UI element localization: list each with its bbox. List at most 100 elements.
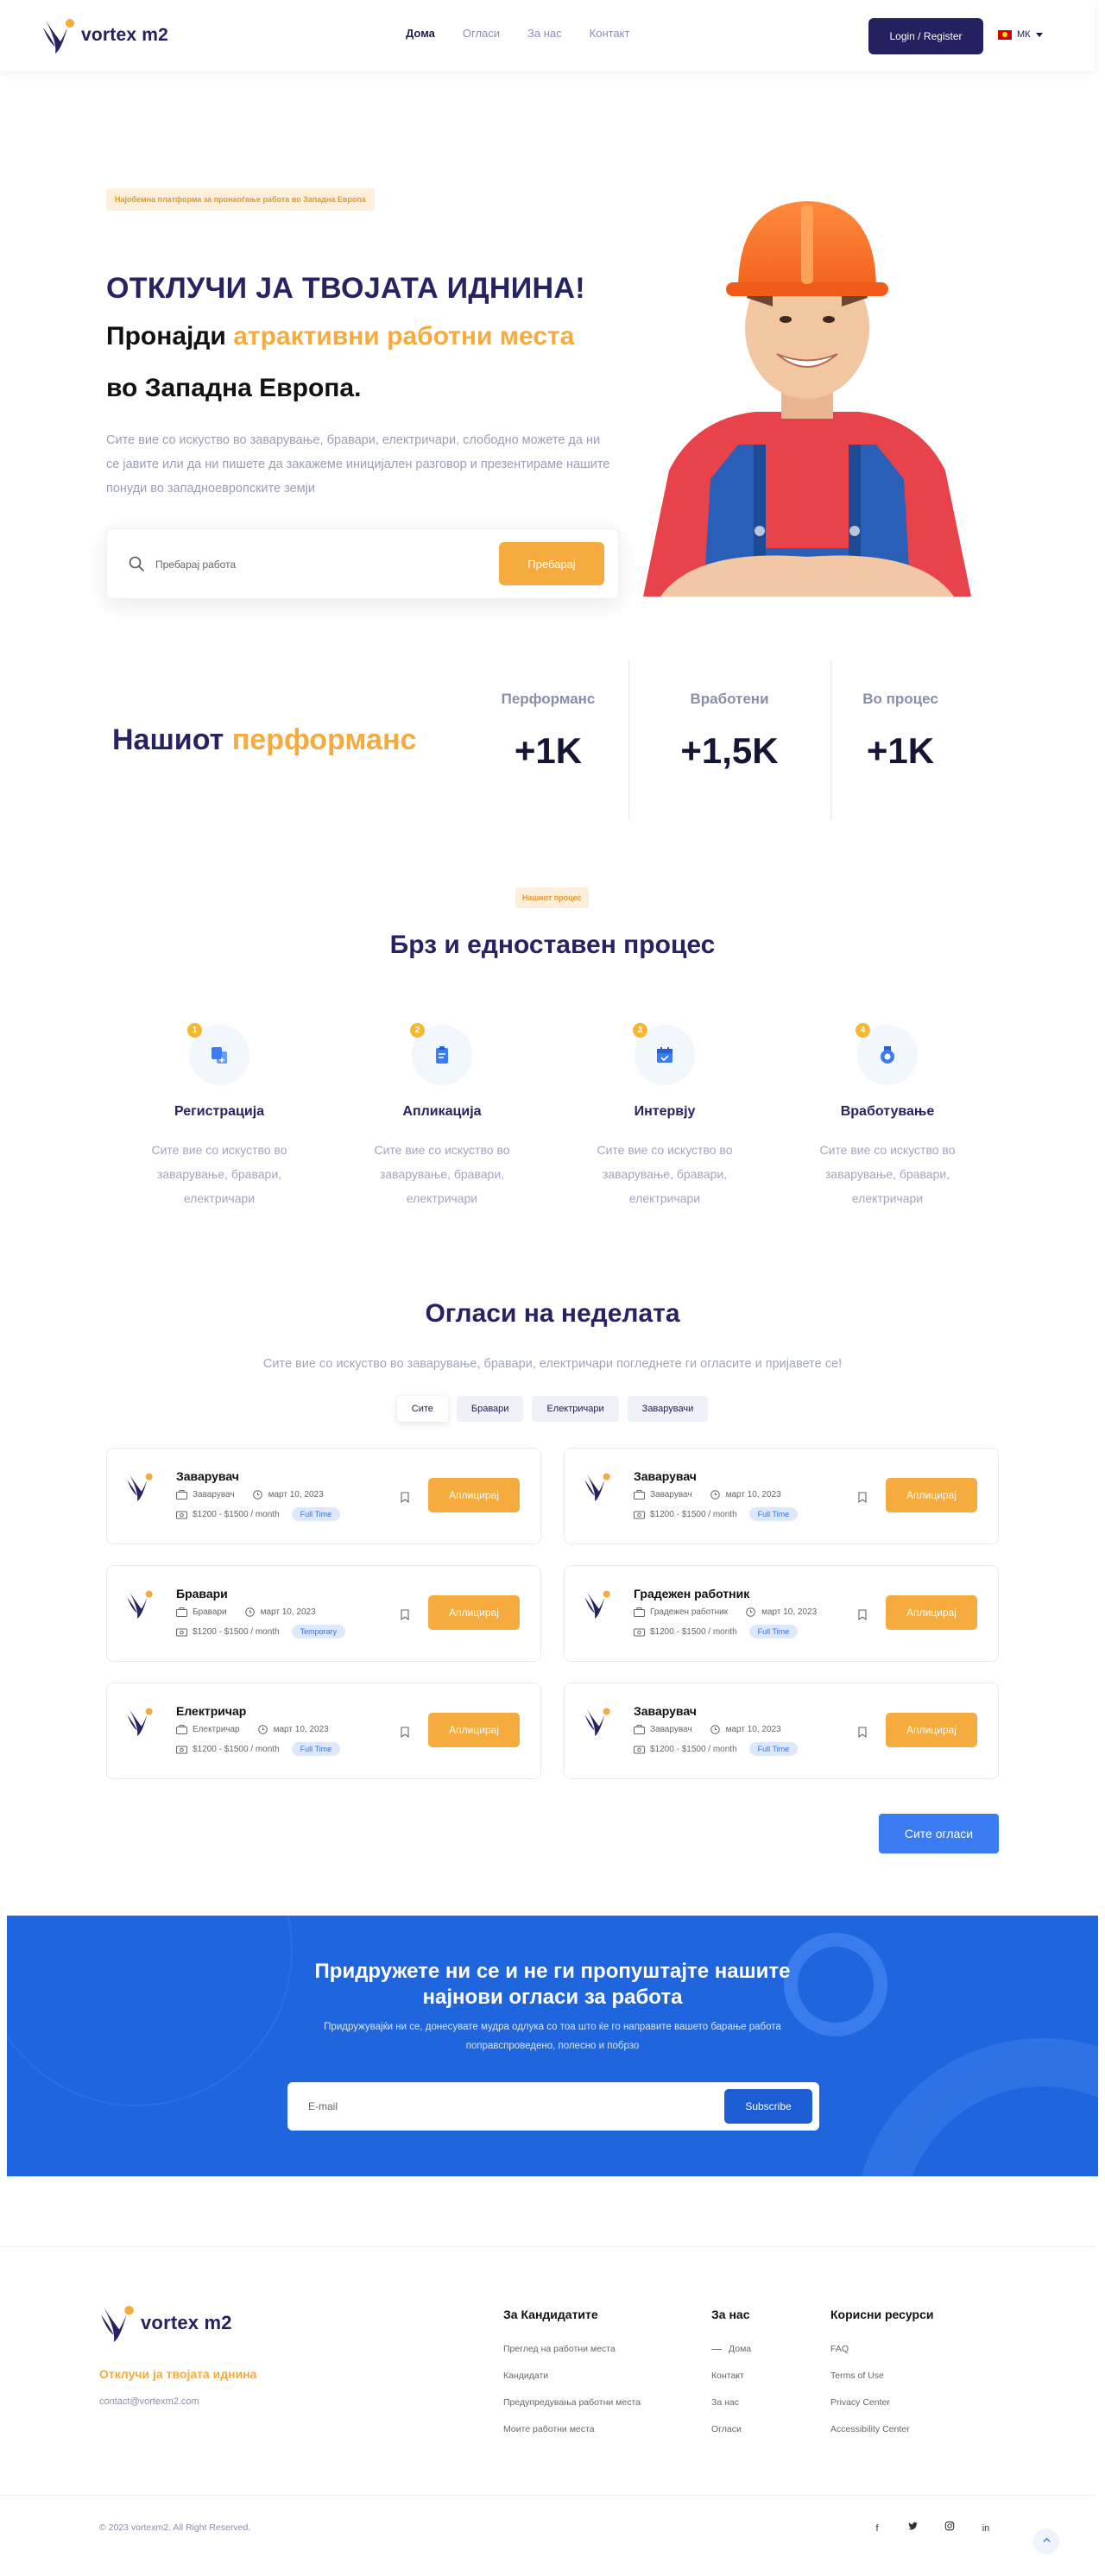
apply-button[interactable]: Аплицирај [886, 1713, 977, 1747]
bookmark-icon[interactable] [401, 1492, 409, 1503]
company-logo-icon [584, 1587, 613, 1621]
job-salary: $1200 - $1500 / month [193, 1626, 280, 1637]
nav-link-jobs[interactable]: Огласи [463, 27, 500, 40]
instagram-icon[interactable] [942, 2521, 957, 2536]
job-card[interactable]: Електричар Електричар март 10, 2023 $1200 -… [106, 1683, 541, 1779]
main-nav: Дома Огласи За нас Контакт [406, 27, 657, 40]
filter-welders[interactable]: Заварувачи [627, 1396, 709, 1422]
step-icon-circle: 2 [410, 1023, 472, 1085]
search-button[interactable]: Пребарај [499, 542, 604, 585]
money-icon [634, 1746, 645, 1753]
apply-button[interactable]: Аплицирај [886, 1478, 977, 1512]
job-meta-row: Градежен работник март 10, 2023 [634, 1607, 817, 1617]
clock-icon [710, 1490, 720, 1500]
footer-link[interactable]: Terms of Use [830, 2371, 933, 2381]
clock-icon [252, 1490, 262, 1500]
scroll-to-top-button[interactable] [1033, 2529, 1059, 2554]
hero-subtitle-prefix: Пронајди [106, 322, 234, 350]
footer-link[interactable]: Accessibility Center [830, 2424, 933, 2434]
process-title: Брз и едноставен процес [389, 931, 716, 959]
footer-link[interactable]: FAQ [830, 2344, 933, 2354]
job-meta-row: $1200 - $1500 / month Temporary [176, 1625, 346, 1638]
apply-button[interactable]: Аплицирај [886, 1595, 977, 1630]
hero-title: ОТКЛУЧИ ЈА ТВОЈАТА ИДНИНА! [106, 272, 585, 305]
step-title: Интервју [634, 1104, 696, 1119]
job-type-badge: Full Time [748, 1625, 799, 1638]
job-card[interactable]: Заварувач Заварувач март 10, 2023 $1200 - $… [564, 1448, 999, 1544]
footer-email[interactable]: contact@vortexm2.com [99, 2396, 199, 2407]
job-search-input[interactable] [155, 550, 483, 579]
bookmark-icon[interactable] [401, 1609, 409, 1620]
money-icon [634, 1511, 645, 1518]
bookmark-icon[interactable] [858, 1492, 867, 1503]
job-card[interactable]: Заварувач Заварувач март 10, 2023 $1200 - $… [564, 1683, 999, 1779]
footer-link[interactable]: Контакт [711, 2371, 751, 2381]
job-card[interactable]: Бравари Бравари март 10, 2023 $1200 - $1500… [106, 1565, 541, 1662]
search-icon [129, 556, 144, 571]
filter-all[interactable]: Сите [396, 1396, 448, 1422]
facebook-icon[interactable]: f [869, 2521, 885, 2536]
job-title[interactable]: Бравари [176, 1587, 228, 1601]
footer-logo[interactable]: vortex m2 [99, 2301, 232, 2345]
footer-link[interactable]: Преглед на работни места [503, 2344, 641, 2354]
job-title[interactable]: Градежен работник [634, 1587, 749, 1601]
brand-logo[interactable]: vortex m2 [41, 16, 168, 55]
performance-title-prefix: Нашиот [112, 723, 232, 756]
job-title[interactable]: Електричар [176, 1704, 246, 1718]
footer-link[interactable]: Privacy Center [830, 2397, 933, 2408]
clock-icon [710, 1725, 720, 1734]
job-category: Бравари [193, 1607, 227, 1617]
footer-link[interactable]: Дома [711, 2344, 751, 2354]
newsletter-text: Придружувајќи ни се, донесувате мудра од… [7, 2017, 1098, 2055]
apply-button[interactable]: Аплицирај [428, 1478, 520, 1512]
bookmark-icon[interactable] [401, 1727, 409, 1738]
step-number: 4 [856, 1023, 870, 1038]
bookmark-icon[interactable] [858, 1609, 867, 1620]
worker-hero-image [643, 201, 971, 597]
social-links: f in [869, 2521, 994, 2536]
stat-label: Во процес [862, 691, 938, 707]
job-title[interactable]: Заварувач [634, 1469, 697, 1483]
nav-link-contact[interactable]: Контакт [590, 27, 630, 40]
job-meta-row: $1200 - $1500 / month Full Time [634, 1625, 799, 1638]
money-icon [176, 1746, 187, 1753]
linkedin-icon[interactable]: in [978, 2521, 994, 2536]
job-salary: $1200 - $1500 / month [650, 1626, 737, 1637]
brand-name: vortex m2 [81, 25, 169, 45]
job-type-badge: Temporary [291, 1625, 346, 1638]
footer-link[interactable]: Предупредувања работни места [503, 2397, 641, 2408]
footer-link[interactable]: Моите работни места [503, 2424, 641, 2434]
nav-link-about[interactable]: За нас [527, 27, 562, 40]
logo-mark-icon [41, 16, 78, 55]
bookmark-icon[interactable] [858, 1727, 867, 1738]
login-register-button[interactable]: Login / Register [868, 18, 983, 54]
job-date: март 10, 2023 [725, 1725, 781, 1734]
job-title[interactable]: Заварувач [176, 1469, 239, 1483]
job-title[interactable]: Заварувач [634, 1704, 697, 1718]
macedonia-flag-icon [998, 29, 1012, 40]
subscribe-button[interactable]: Subscribe [724, 2089, 812, 2124]
nav-link-home[interactable]: Дома [406, 27, 435, 40]
footer-brand-name: vortex m2 [141, 2312, 232, 2333]
footer-link[interactable]: За нас [711, 2397, 751, 2408]
all-jobs-button[interactable]: Сите огласи [879, 1814, 999, 1853]
footer-link[interactable]: Огласи [711, 2424, 751, 2434]
newsletter-email-input[interactable] [308, 2094, 654, 2118]
job-card[interactable]: Заварувач Заварувач март 10, 2023 $1200 - $… [106, 1448, 541, 1544]
job-card[interactable]: Градежен работник Градежен работник март 1… [564, 1565, 999, 1662]
apply-button[interactable]: Аплицирај [428, 1713, 520, 1747]
filter-electricians[interactable]: Електричари [532, 1396, 619, 1422]
stat-label: Вработени [690, 691, 769, 707]
footer-link[interactable]: Кандидати [503, 2371, 641, 2381]
apply-button[interactable]: Аплицирај [428, 1595, 520, 1630]
job-category: Заварувач [650, 1725, 692, 1734]
job-date: март 10, 2023 [273, 1725, 329, 1734]
process-step-registration: 1 Регистрација Сите вие со искуство во з… [124, 1023, 314, 1210]
hero-subtitle: Пронајди атрактивни работни места [106, 322, 574, 351]
language-selector[interactable]: МК [998, 29, 1043, 40]
clock-icon [244, 1607, 255, 1617]
step-title: Регистрација [174, 1104, 265, 1119]
twitter-icon[interactable] [906, 2521, 921, 2536]
filter-locksmiths[interactable]: Бравари [456, 1396, 524, 1422]
briefcase-icon [176, 1725, 187, 1734]
